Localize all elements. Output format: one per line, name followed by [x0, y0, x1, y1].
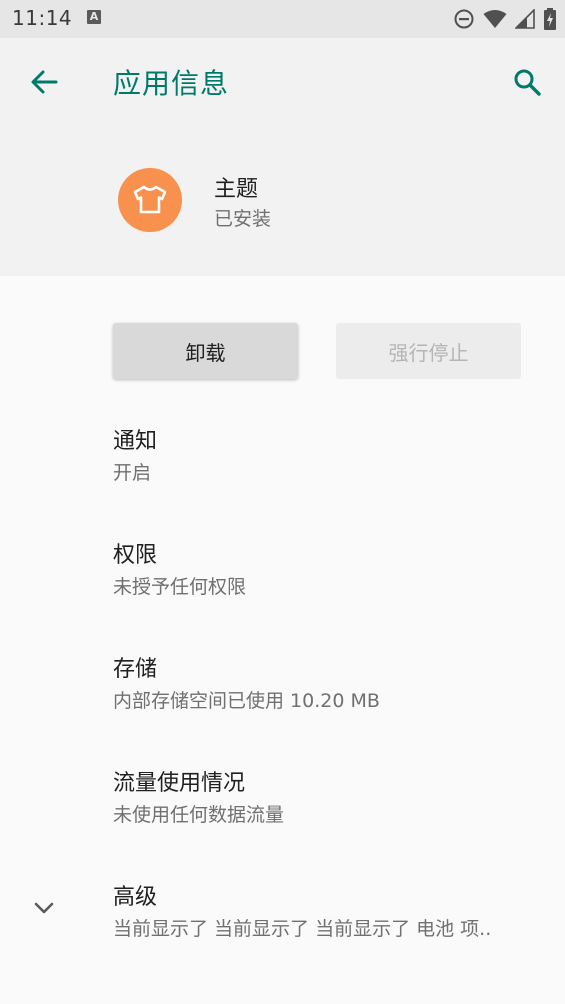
- uninstall-button[interactable]: 卸载: [113, 323, 298, 379]
- status-time: 11:14: [12, 6, 73, 30]
- wifi-icon: [483, 10, 507, 28]
- pref-notifications[interactable]: 通知 开启: [0, 405, 565, 515]
- back-button[interactable]: [24, 62, 64, 102]
- pref-title: 流量使用情况: [113, 771, 246, 796]
- pref-summary: 未授予任何权限: [113, 576, 247, 598]
- pref-summary: 当前显示了 当前显示了 当前显示了 电池 项..: [113, 918, 492, 940]
- search-button[interactable]: [507, 62, 547, 102]
- t-shirt-icon: [133, 185, 167, 214]
- do-not-disturb-icon: [454, 9, 474, 29]
- status-bar: 11:14 A: [0, 0, 565, 38]
- pref-title: 权限: [113, 543, 158, 568]
- force-stop-button[interactable]: 强行停止: [336, 323, 521, 379]
- pref-summary: 开启: [113, 462, 152, 484]
- status-icons: [453, 7, 557, 31]
- cell-signal-icon: [515, 9, 535, 29]
- arrow-back-icon: [31, 70, 58, 94]
- pref-summary: 内部存储空间已使用 10.20 MB: [113, 690, 380, 712]
- app-icon: [118, 168, 182, 232]
- chevron-down-icon: [34, 902, 54, 914]
- notification-a-icon: A: [87, 10, 101, 24]
- app-header: 应用信息 主题 已安装: [0, 38, 565, 276]
- pref-data-usage[interactable]: 流量使用情况 未使用任何数据流量: [0, 747, 565, 857]
- pref-title: 通知: [113, 429, 158, 454]
- page-title: 应用信息: [113, 67, 230, 100]
- pref-advanced[interactable]: 高级 当前显示了 当前显示了 当前显示了 电池 项..: [0, 861, 565, 971]
- pref-title: 高级: [113, 885, 158, 910]
- pref-title: 存储: [113, 657, 158, 682]
- pref-permissions[interactable]: 权限 未授予任何权限: [0, 519, 565, 629]
- expand-advanced-button[interactable]: [30, 894, 58, 922]
- app-name: 主题: [214, 177, 259, 202]
- pref-storage[interactable]: 存储 内部存储空间已使用 10.20 MB: [0, 633, 565, 743]
- search-icon: [514, 69, 541, 96]
- battery-charging-icon: [544, 8, 556, 30]
- pref-summary: 未使用任何数据流量: [113, 804, 285, 826]
- app-install-status: 已安装: [214, 208, 272, 230]
